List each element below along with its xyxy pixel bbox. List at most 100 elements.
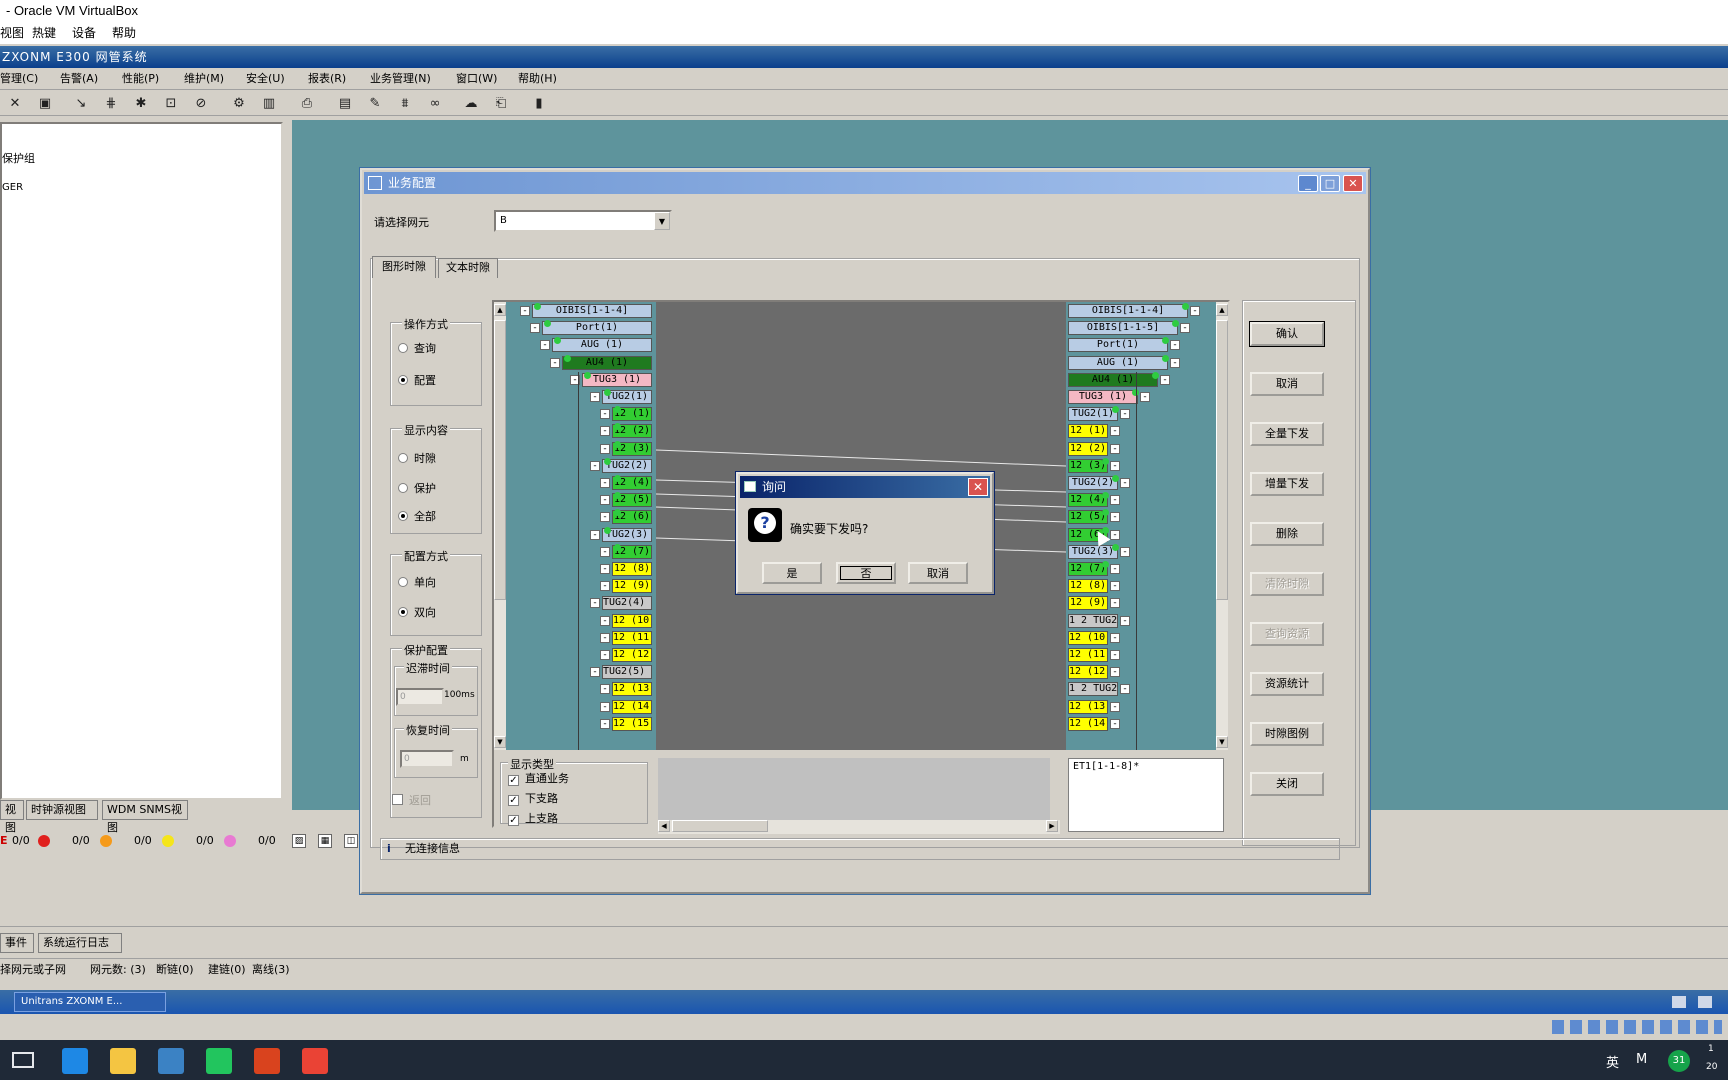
major-alarm-icon[interactable] xyxy=(100,835,112,847)
menu-help[interactable]: 帮助(H) xyxy=(518,68,557,90)
cancel-confirm-button[interactable]: 取消 xyxy=(908,562,968,584)
confirm-button[interactable]: 确认 xyxy=(1249,321,1325,347)
tab-view[interactable]: 视图 xyxy=(0,800,24,834)
tab-graphic-slot[interactable]: 图形时隙 xyxy=(372,256,436,278)
right-slot-node[interactable]: 1 2 TUG2(5) xyxy=(1068,682,1118,697)
menu-manage[interactable]: 管理(C) xyxy=(0,68,38,90)
left-slot-node[interactable]: AUG (1) xyxy=(552,338,652,353)
alarm-grid-icon[interactable]: ▦ xyxy=(318,834,332,848)
chevron-down-icon[interactable]: ▼ xyxy=(654,212,670,230)
right-slot-node[interactable]: 12 (8) xyxy=(1068,579,1108,594)
collapse-icon[interactable]: - xyxy=(600,650,610,660)
full-download-button[interactable]: 全量下发 xyxy=(1250,422,1324,446)
right-slot-node[interactable]: 12 (1) xyxy=(1068,424,1108,439)
delete-button[interactable]: 删除 xyxy=(1250,522,1324,546)
collapse-icon[interactable]: - xyxy=(600,701,610,712)
collapse-icon[interactable]: - xyxy=(1170,357,1180,368)
network-icon[interactable]: ⋕ xyxy=(102,95,120,113)
collapse-icon[interactable]: - xyxy=(1110,529,1120,540)
add-branch-checkbox[interactable]: ✓ 上支路 xyxy=(508,810,558,826)
close-dialog-button[interactable]: 关闭 xyxy=(1250,772,1324,796)
right-slot-node[interactable]: 12 (10) xyxy=(1068,630,1108,645)
cfg-uni-radio[interactable]: 单向 xyxy=(398,574,436,590)
collapse-icon[interactable]: - xyxy=(1110,426,1120,437)
collapse-icon[interactable]: - xyxy=(600,546,610,557)
export-icon[interactable]: ⎗ xyxy=(492,95,510,113)
m-indicator[interactable]: M xyxy=(1636,1052,1647,1067)
collapse-icon[interactable]: - xyxy=(600,718,610,729)
collapse-icon[interactable]: - xyxy=(600,581,610,592)
cancel-button[interactable]: 取消 xyxy=(1250,372,1324,396)
collapse-icon[interactable]: - xyxy=(600,615,610,626)
op-query-radio[interactable]: 查询 xyxy=(398,340,436,356)
host-menu-hotkey[interactable]: 热键 xyxy=(32,22,56,44)
collapse-icon[interactable]: - xyxy=(1110,460,1120,471)
selection-text-area[interactable]: ET1[1-1-8]* xyxy=(1068,758,1224,832)
tray-badge[interactable]: 31 xyxy=(1668,1050,1690,1072)
link-icon[interactable]: ↘ xyxy=(72,95,90,113)
taskbar-item-unitrans[interactable]: Unitrans ZXONM E... xyxy=(14,992,166,1012)
collapse-icon[interactable]: - xyxy=(1110,667,1120,678)
right-slot-node[interactable]: AUG (1) xyxy=(1068,355,1168,370)
print-icon[interactable]: ⎙ xyxy=(298,95,316,113)
right-slot-node[interactable]: TUG2(2) xyxy=(1068,476,1118,490)
ne-select[interactable]: B ▼ xyxy=(494,210,672,232)
collapse-icon[interactable]: - xyxy=(600,443,610,454)
tab-events[interactable]: 事件 xyxy=(0,933,34,953)
no-button[interactable]: 否 xyxy=(836,562,896,584)
left-slot-node[interactable]: 12 (10) xyxy=(612,613,652,628)
collapse-icon[interactable]: - xyxy=(1110,718,1120,729)
collapse-icon[interactable]: - xyxy=(1110,632,1120,643)
revert-checkbox[interactable]: 返回 xyxy=(392,792,431,808)
binoculars-icon[interactable]: ∞ xyxy=(426,95,444,113)
warning-alarm-icon[interactable] xyxy=(224,835,236,847)
yes-button[interactable]: 是 xyxy=(762,562,822,584)
resource-stats-button[interactable]: 资源统计 xyxy=(1250,672,1324,696)
right-slot-node[interactable]: 12 (13) xyxy=(1068,699,1108,714)
left-vscrollbar[interactable]: ▲ ▼ xyxy=(494,302,506,750)
collapse-icon[interactable]: - xyxy=(1120,409,1130,420)
menu-service[interactable]: 业务管理(N) xyxy=(370,68,431,90)
minor-alarm-icon[interactable] xyxy=(162,835,174,847)
close-icon[interactable]: ✕ xyxy=(6,95,24,113)
drop-branch-checkbox[interactable]: ✓ 下支路 xyxy=(508,790,558,806)
collapse-icon[interactable]: - xyxy=(1190,306,1200,316)
save-icon[interactable]: ▤ xyxy=(336,95,354,113)
right-slot-node[interactable]: AU4 (1) xyxy=(1068,372,1158,387)
left-slot-node[interactable]: 12 (14) xyxy=(612,699,652,714)
query-resource-button[interactable]: 查询资源 xyxy=(1250,622,1324,646)
menu-performance[interactable]: 性能(P) xyxy=(122,68,159,90)
collapse-icon[interactable]: - xyxy=(1120,615,1130,626)
right-slot-node[interactable]: Port(1) xyxy=(1068,338,1168,353)
disp-slot-radio[interactable]: 时隙 xyxy=(398,450,436,466)
collapse-icon[interactable]: - xyxy=(1110,581,1120,592)
incremental-download-button[interactable]: 增量下发 xyxy=(1250,472,1324,496)
menu-maintain[interactable]: 维护(M) xyxy=(184,68,224,90)
task-view-icon[interactable] xyxy=(12,1052,34,1068)
collapse-icon[interactable]: - xyxy=(1110,512,1120,523)
right-slot-node[interactable]: TUG2(1) xyxy=(1068,407,1118,422)
collapse-icon[interactable]: - xyxy=(600,495,610,506)
op-config-radio[interactable]: 配置 xyxy=(398,372,436,388)
green-app-icon[interactable] xyxy=(206,1048,232,1074)
tree-item-protect-group[interactable]: 保护组 xyxy=(2,150,35,166)
collapse-icon[interactable]: - xyxy=(1170,340,1180,351)
right-slot-node[interactable]: 12 (2) xyxy=(1068,441,1108,456)
left-slot-node[interactable]: TUG2(4) 2 1 xyxy=(602,596,652,611)
critical-alarm-icon[interactable] xyxy=(38,835,50,847)
collapse-icon[interactable]: - xyxy=(590,529,600,540)
host-menu-help[interactable]: 帮助 xyxy=(112,22,136,44)
restore-spinner[interactable]: 0 xyxy=(400,750,454,768)
collapse-icon[interactable]: - xyxy=(1110,598,1120,609)
menu-alarm[interactable]: 告警(A) xyxy=(60,68,98,90)
slot-legend-button[interactable]: 时隙图例 xyxy=(1250,722,1324,746)
collapse-icon[interactable]: - xyxy=(530,323,540,334)
red-app-icon[interactable] xyxy=(302,1048,328,1074)
help-bubble-icon[interactable]: ☁ xyxy=(462,95,480,113)
minimize-button[interactable]: _ xyxy=(1298,175,1318,192)
virtualbox-icon[interactable] xyxy=(158,1048,184,1074)
menu-report[interactable]: 报表(R) xyxy=(308,68,346,90)
gear-icon[interactable]: ⚙ xyxy=(230,95,248,113)
collapse-icon[interactable]: - xyxy=(540,340,550,351)
filter-icon[interactable]: ⩩ xyxy=(396,95,414,113)
